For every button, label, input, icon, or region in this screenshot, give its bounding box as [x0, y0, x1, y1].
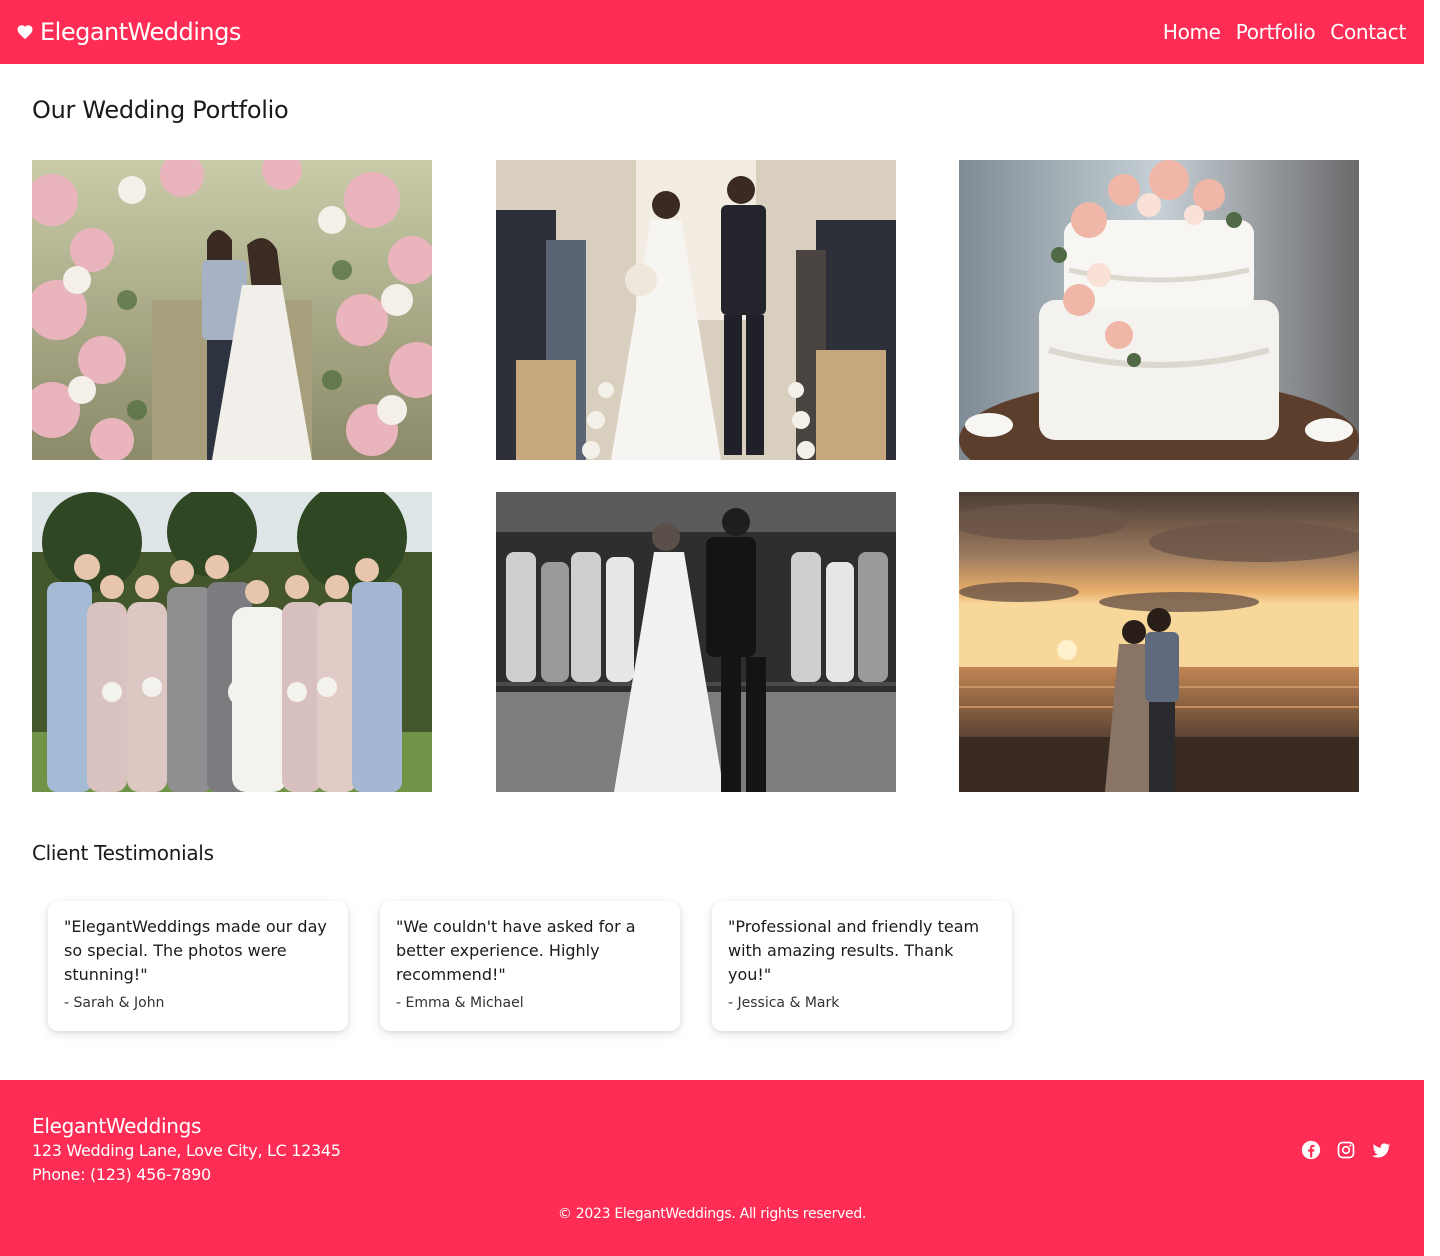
testimonial-author: - Sarah & John [64, 995, 165, 1011]
testimonial-author: - Emma & Michael [396, 995, 524, 1011]
photo-couple-walking-down-aisle[interactable] [495, 160, 896, 460]
footer-address: 123 Wedding Lane, Love City, LC 12345 [32, 1141, 341, 1160]
facebook-icon[interactable] [1301, 1140, 1321, 1160]
testimonial-card: "We couldn't have asked for a better exp… [380, 901, 680, 1031]
site-header: ElegantWeddings Home Portfolio Contact [0, 0, 1424, 64]
testimonials-title: Client Testimonials [32, 841, 214, 865]
footer-phone: Phone: (123) 456-7890 [32, 1165, 211, 1184]
instagram-icon[interactable] [1336, 1140, 1356, 1160]
social-links [1301, 1140, 1391, 1160]
portfolio-title: Our Wedding Portfolio [32, 96, 289, 124]
brand-name: ElegantWeddings [40, 18, 241, 46]
main-nav: Home Portfolio Contact [1163, 20, 1406, 44]
photo-wedding-cake-with-flowers[interactable] [959, 160, 1359, 460]
testimonial-card: "ElegantWeddings made our day so special… [48, 901, 348, 1031]
photo-first-dance-black-and-white[interactable] [495, 492, 896, 792]
photo-bridal-party-group[interactable] [32, 492, 432, 792]
testimonial-card: "Professional and friendly team with ama… [712, 901, 1012, 1031]
footer-brand: ElegantWeddings [32, 1114, 202, 1138]
nav-home-link[interactable]: Home [1163, 20, 1221, 44]
portfolio-gallery [32, 160, 1359, 792]
testimonial-quote: "Professional and friendly team with ama… [728, 917, 980, 984]
site-footer: ElegantWeddings 123 Wedding Lane, Love C… [0, 1080, 1424, 1256]
brand-logo[interactable]: ElegantWeddings [16, 18, 241, 46]
testimonials-list: "ElegantWeddings made our day so special… [48, 901, 1012, 1031]
heart-icon [16, 23, 34, 41]
footer-copyright: © 2023 ElegantWeddings. All rights reser… [557, 1206, 867, 1222]
photo-couple-under-floral-arch[interactable] [32, 160, 432, 460]
testimonial-quote: "We couldn't have asked for a better exp… [396, 917, 636, 984]
twitter-icon[interactable] [1371, 1140, 1391, 1160]
testimonial-author: - Jessica & Mark [728, 995, 840, 1011]
nav-portfolio-link[interactable]: Portfolio [1236, 20, 1316, 44]
testimonial-quote: "ElegantWeddings made our day so special… [64, 917, 327, 984]
nav-contact-link[interactable]: Contact [1330, 20, 1406, 44]
photo-couple-at-sunset-beach[interactable] [959, 492, 1359, 792]
page: ElegantWeddings Home Portfolio Contact O… [0, 0, 1440, 1256]
